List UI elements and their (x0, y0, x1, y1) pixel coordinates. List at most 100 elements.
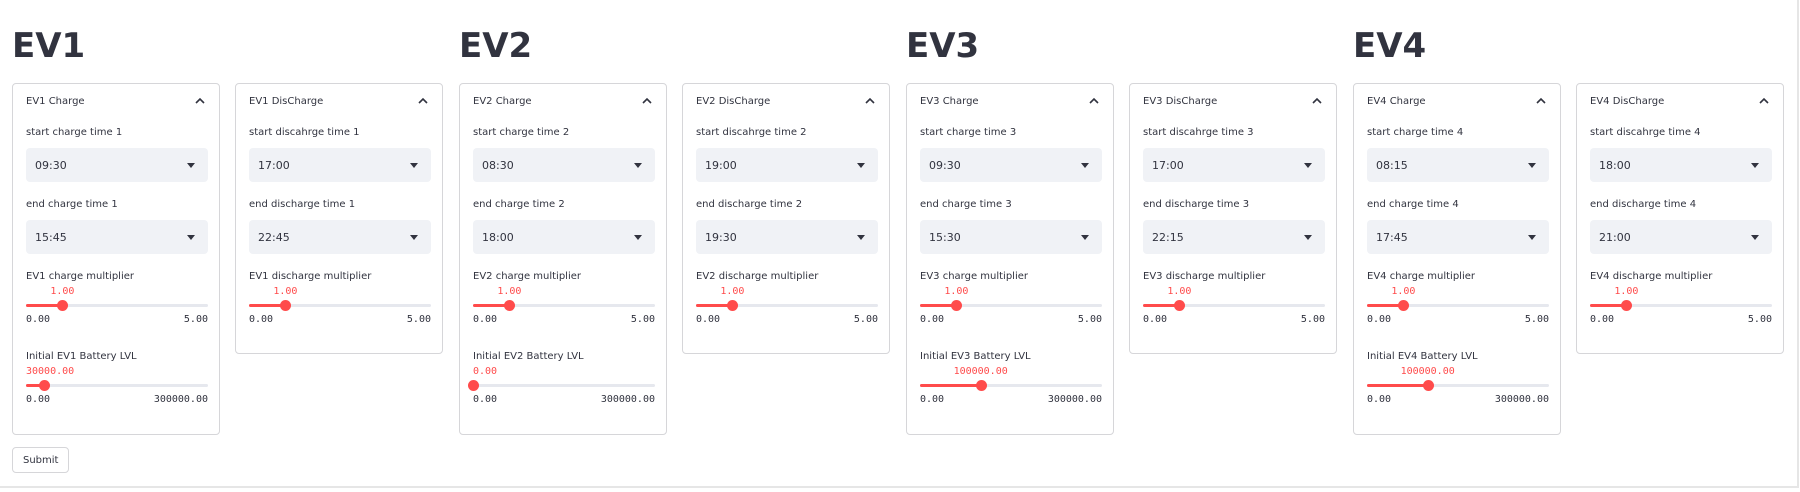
slider-value: 1.00 (273, 286, 298, 297)
start-time-label: start charge time 1 (26, 127, 123, 138)
battery-slider[interactable]: 30000.00 0.00 300000.00 (26, 366, 208, 409)
slider-min: 0.00 (696, 314, 721, 325)
start-time-select[interactable]: 19:00 (696, 148, 878, 182)
slider-min: 0.00 (1143, 314, 1168, 325)
expander-header[interactable]: EV1 Charge (26, 96, 85, 107)
slider-track[interactable] (26, 384, 208, 387)
selected-value: 15:45 (35, 231, 67, 244)
multiplier-slider[interactable]: 1.00 0.00 5.00 (1590, 286, 1772, 329)
chevron-up-icon[interactable] (416, 94, 430, 108)
end-time-select[interactable]: 19:30 (696, 220, 878, 254)
slider-min: 0.00 (920, 394, 945, 405)
multiplier-slider[interactable]: 1.00 0.00 5.00 (920, 286, 1102, 329)
slider-value: 1.00 (720, 286, 745, 297)
ev2-discharge-expander: EV2 DisCharge start discahrge time 2 19:… (682, 83, 890, 354)
multiplier-label: EV1 charge multiplier (26, 271, 135, 282)
end-time-select[interactable]: 18:00 (473, 220, 655, 254)
caret-down-icon (634, 163, 642, 168)
expander-header[interactable]: EV2 DisCharge (696, 96, 770, 107)
multiplier-label: EV2 discharge multiplier (696, 271, 819, 282)
chevron-up-icon[interactable] (1087, 94, 1101, 108)
start-time-label: start charge time 4 (1367, 127, 1464, 138)
submit-button[interactable]: Submit (12, 447, 70, 473)
slider-min: 0.00 (26, 314, 51, 325)
selected-value: 19:00 (705, 159, 737, 172)
expander-header[interactable]: EV1 DisCharge (249, 96, 323, 107)
expander-header[interactable]: EV4 DisCharge (1590, 96, 1664, 107)
end-time-select[interactable]: 15:30 (920, 220, 1102, 254)
battery-slider[interactable]: 0.00 0.00 300000.00 (468, 366, 655, 409)
expander-header[interactable]: EV3 Charge (920, 96, 979, 107)
slider-value: 1.00 (1167, 286, 1192, 297)
ev1-title: EV1 (12, 26, 86, 66)
slider-min: 0.00 (473, 394, 498, 405)
slider-thumb[interactable] (468, 380, 479, 391)
caret-down-icon (1304, 163, 1312, 168)
multiplier-slider[interactable]: 1.00 0.00 5.00 (26, 286, 208, 329)
chevron-up-icon[interactable] (863, 94, 877, 108)
ev1-charge-expander: EV1 Charge start charge time 1 09:30 end… (12, 83, 220, 435)
slider-min: 0.00 (249, 314, 274, 325)
start-time-select[interactable]: 18:00 (1590, 148, 1772, 182)
multiplier-label: EV3 charge multiplier (920, 271, 1029, 282)
slider-thumb[interactable] (1621, 300, 1633, 311)
end-time-select[interactable]: 17:45 (1367, 220, 1549, 254)
chevron-up-icon[interactable] (640, 94, 654, 108)
selected-value: 08:15 (1376, 159, 1408, 172)
end-time-select[interactable]: 22:45 (249, 220, 431, 254)
start-time-select[interactable]: 09:30 (920, 148, 1102, 182)
slider-thumb[interactable] (951, 300, 963, 311)
start-time-select[interactable]: 17:00 (249, 148, 431, 182)
multiplier-slider[interactable]: 1.00 0.00 5.00 (696, 286, 878, 329)
multiplier-slider[interactable]: 1.00 0.00 5.00 (1367, 286, 1549, 329)
multiplier-slider[interactable]: 1.00 0.00 5.00 (249, 286, 431, 329)
caret-down-icon (1528, 163, 1536, 168)
ev4-discharge-expander: EV4 DisCharge start discahrge time 4 18:… (1576, 83, 1784, 354)
start-time-select[interactable]: 08:15 (1367, 148, 1549, 182)
slider-thumb[interactable] (1398, 300, 1410, 311)
multiplier-slider[interactable]: 1.00 0.00 5.00 (473, 286, 655, 329)
end-time-select[interactable]: 22:15 (1143, 220, 1325, 254)
slider-thumb[interactable] (727, 300, 739, 311)
selected-value: 22:15 (1152, 231, 1184, 244)
multiplier-label: EV4 charge multiplier (1367, 271, 1476, 282)
chevron-up-icon[interactable] (193, 94, 207, 108)
end-time-label: end discharge time 1 (249, 199, 356, 210)
chevron-up-icon[interactable] (1534, 94, 1548, 108)
battery-slider[interactable]: 100000.00 0.00 300000.00 (1367, 366, 1549, 409)
caret-down-icon (1528, 235, 1536, 240)
start-time-select[interactable]: 17:00 (1143, 148, 1325, 182)
chevron-up-icon[interactable] (1310, 94, 1324, 108)
slider-max: 5.00 (853, 314, 878, 325)
expander-header[interactable]: EV4 Charge (1367, 96, 1426, 107)
slider-thumb[interactable] (1422, 380, 1434, 391)
slider-max: 5.00 (630, 314, 655, 325)
caret-down-icon (634, 235, 642, 240)
slider-thumb[interactable] (39, 380, 51, 391)
slider-value: 100000.00 (953, 366, 1008, 377)
slider-max: 300000.00 (600, 394, 655, 405)
slider-value: 1.00 (50, 286, 75, 297)
slider-max: 5.00 (1524, 314, 1549, 325)
expander-header[interactable]: EV3 DisCharge (1143, 96, 1217, 107)
end-time-label: end discharge time 3 (1143, 199, 1250, 210)
multiplier-slider[interactable]: 1.00 0.00 5.00 (1143, 286, 1325, 329)
caret-down-icon (857, 235, 865, 240)
slider-max: 5.00 (1300, 314, 1325, 325)
slider-thumb[interactable] (504, 300, 516, 311)
slider-thumb[interactable] (975, 380, 987, 391)
slider-track[interactable] (473, 384, 655, 387)
chevron-up-icon[interactable] (1757, 94, 1771, 108)
slider-thumb[interactable] (1174, 300, 1186, 311)
start-time-label: start charge time 3 (920, 127, 1017, 138)
slider-thumb[interactable] (280, 300, 292, 311)
expander-header[interactable]: EV2 Charge (473, 96, 532, 107)
end-time-select[interactable]: 15:45 (26, 220, 208, 254)
selected-value: 18:00 (1599, 159, 1631, 172)
start-time-select[interactable]: 09:30 (26, 148, 208, 182)
slider-thumb[interactable] (57, 300, 69, 311)
end-time-select[interactable]: 21:00 (1590, 220, 1772, 254)
start-time-select[interactable]: 08:30 (473, 148, 655, 182)
ev2-charge-expander: EV2 Charge start charge time 2 08:30 end… (459, 83, 667, 435)
battery-slider[interactable]: 100000.00 0.00 300000.00 (920, 366, 1102, 409)
